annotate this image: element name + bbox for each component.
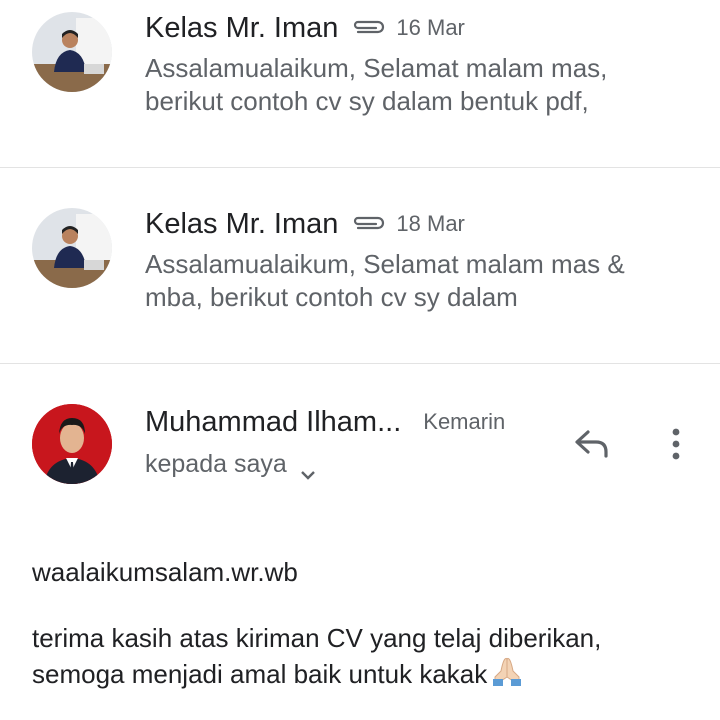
sender-line: Kelas Mr. Iman 16 Mar [145,10,465,46]
collapsed-message[interactable]: Kelas Mr. Iman 16 Mar Assalamualaikum, S… [0,0,720,168]
reply-icon [572,428,612,465]
avatar[interactable] [32,404,112,484]
recipient-label: kepada saya [145,450,287,478]
paperclip-icon [350,18,386,38]
sender-name: Kelas Mr. Iman [145,207,339,240]
recipient-details-toggle[interactable]: kepada saya [145,450,317,480]
chevron-down-icon [299,459,317,480]
message-date: 16 Mar [396,15,465,40]
email-thread: Kelas Mr. Iman 16 Mar Assalamualaikum, S… [0,0,720,720]
expanded-message: Muhammad Ilham... Kemarin kepada saya wa… [0,364,720,720]
message-date: Kemarin [423,409,506,434]
avatar[interactable] [32,208,112,288]
body-line: terima kasih atas kiriman CV yang telaj … [32,622,692,655]
message-snippet: Assalamualaikum, Selamat malam mas & mba… [145,249,625,312]
more-vert-icon [671,426,681,467]
body-line: semoga menjadi amal baik untuk kakak [32,655,692,691]
body-line-text: terima kasih atas kiriman CV yang telaj … [32,623,602,653]
reply-button[interactable] [570,424,614,468]
body-line-text: semoga menjadi amal baik untuk kakak [32,659,488,689]
more-options-button[interactable] [656,422,696,470]
sender-name: Kelas Mr. Iman [145,11,339,44]
sender-name: Muhammad Ilham... [145,405,402,438]
avatar[interactable] [32,12,112,92]
message-body: waalaikumsalam.wr.wb terima kasih atas k… [32,556,692,691]
sender-line: Muhammad Ilham... Kemarin [145,402,505,442]
paperclip-icon [350,214,386,234]
message-snippet: Assalamualaikum, Selamat malam mas, beri… [145,53,608,116]
message-date: 18 Mar [396,211,465,236]
body-line: waalaikumsalam.wr.wb [32,557,298,587]
sender-line: Kelas Mr. Iman 18 Mar [145,206,465,242]
collapsed-message[interactable]: Kelas Mr. Iman 18 Mar Assalamualaikum, S… [0,168,720,364]
folded-hands-emoji-icon [491,655,523,687]
